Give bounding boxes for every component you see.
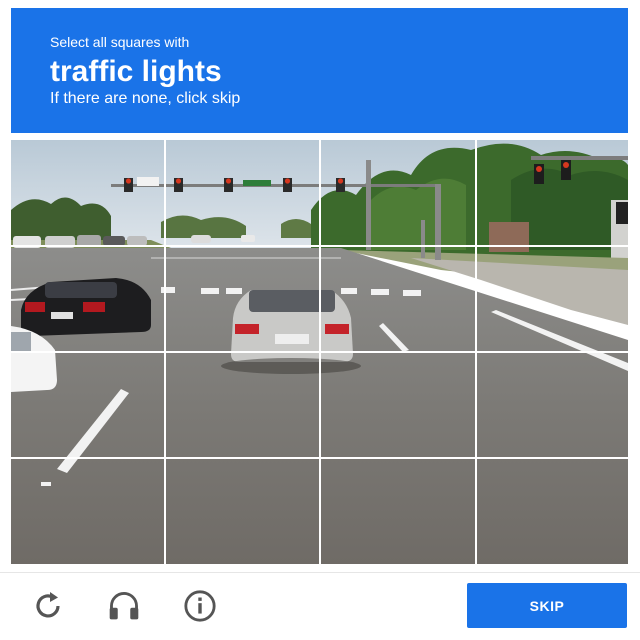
tile-layer bbox=[11, 140, 628, 564]
challenge-image-grid bbox=[11, 140, 628, 564]
reload-icon bbox=[36, 592, 60, 618]
grid-tile[interactable] bbox=[321, 247, 476, 352]
info-button[interactable] bbox=[183, 589, 217, 623]
grid-tile[interactable] bbox=[321, 140, 476, 246]
audio-challenge-icon bbox=[109, 592, 139, 620]
skip-button[interactable]: SKIP bbox=[467, 583, 627, 628]
audio-challenge-button[interactable] bbox=[107, 589, 141, 623]
grid-tile[interactable] bbox=[166, 459, 320, 564]
info-icon bbox=[184, 590, 216, 622]
instruction-note: If there are none, click skip bbox=[50, 90, 241, 107]
grid-tile[interactable] bbox=[166, 140, 320, 246]
instruction-text: Select all squares with bbox=[50, 34, 190, 50]
grid-tile[interactable] bbox=[321, 459, 476, 564]
grid-tile[interactable] bbox=[477, 247, 628, 352]
reload-button[interactable] bbox=[31, 589, 65, 623]
footer-divider bbox=[0, 572, 640, 573]
grid-tile[interactable] bbox=[166, 353, 320, 458]
target-object-text: traffic lights bbox=[50, 55, 222, 88]
grid-tile[interactable] bbox=[166, 247, 320, 352]
grid-tile[interactable] bbox=[321, 353, 476, 458]
grid-tile[interactable] bbox=[11, 247, 165, 352]
grid-tile[interactable] bbox=[11, 353, 165, 458]
grid-tile[interactable] bbox=[11, 140, 165, 246]
grid-tile[interactable] bbox=[477, 353, 628, 458]
instruction-header: Select all squares with traffic lights I… bbox=[11, 8, 628, 133]
grid-tile[interactable] bbox=[11, 459, 165, 564]
grid-tile[interactable] bbox=[477, 459, 628, 564]
grid-tile[interactable] bbox=[477, 140, 628, 246]
